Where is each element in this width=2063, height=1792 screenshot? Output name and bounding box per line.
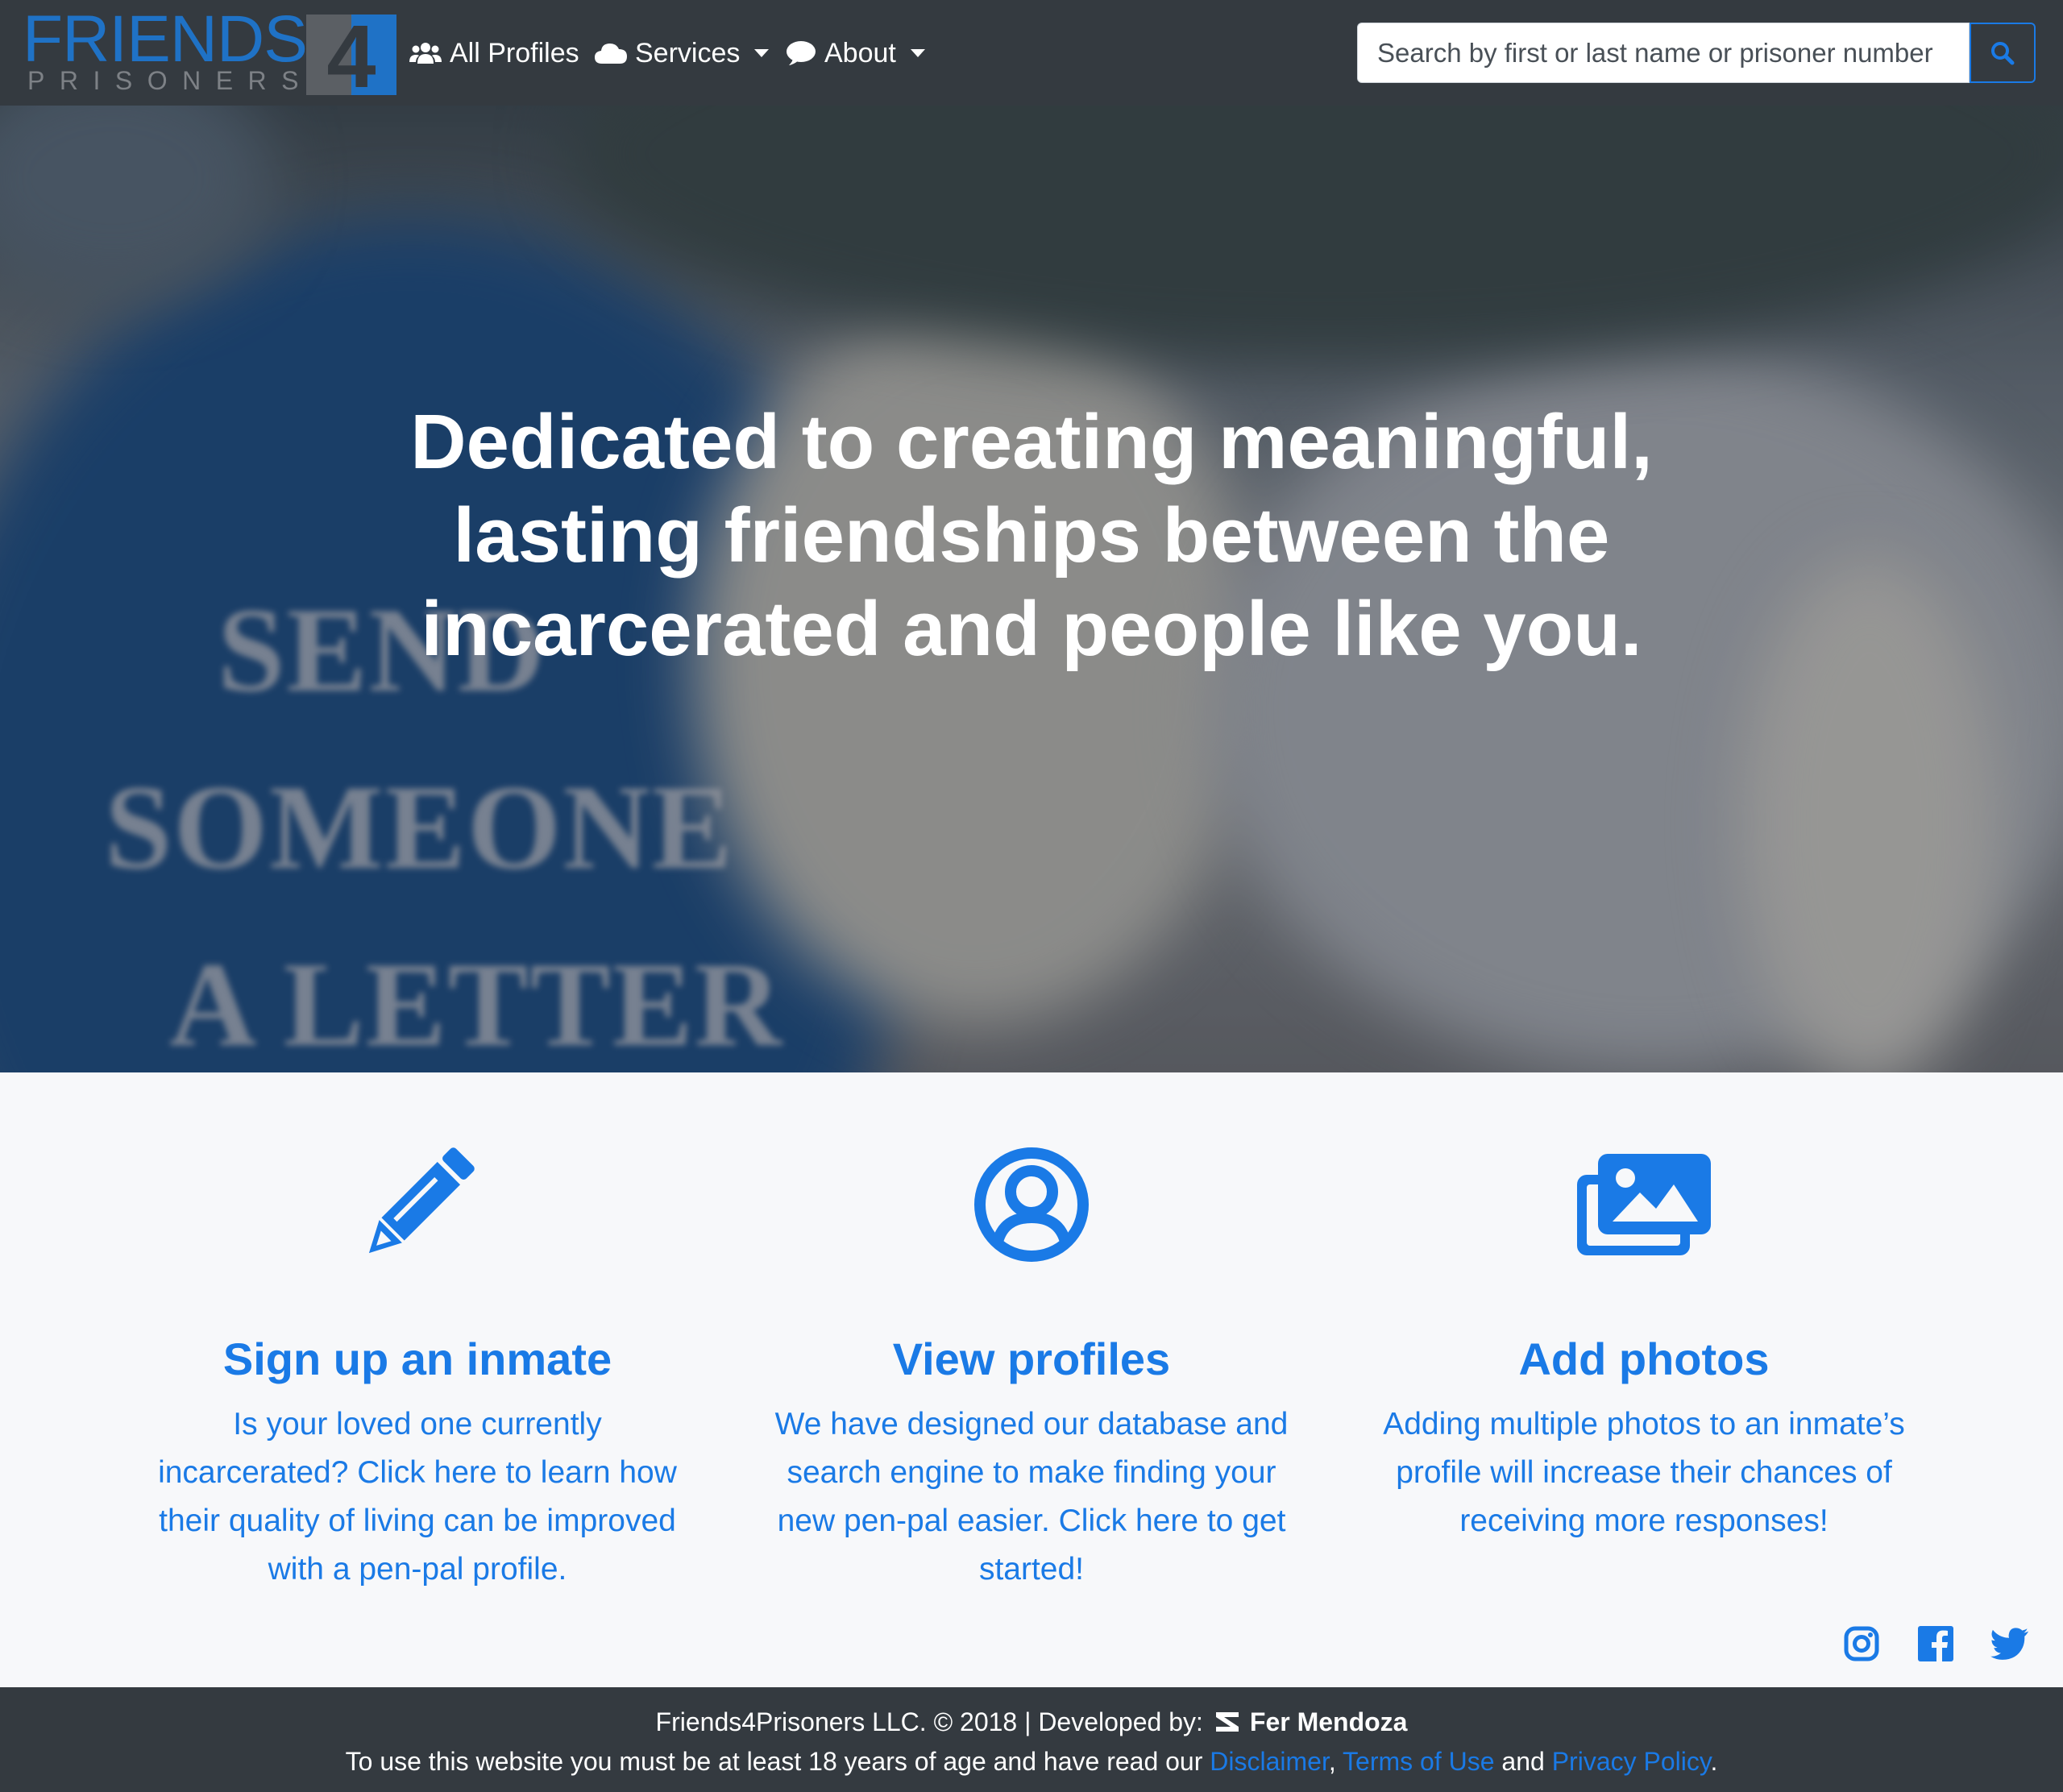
cloud-icon [595,42,627,64]
top-navbar: FRIENDS PRISONERS 4 All Profiles Service… [0,0,2063,106]
disclaimer-link[interactable]: Disclaimer [1210,1747,1329,1776]
feature-description: We have designed our database and search… [774,1407,1289,1587]
users-icon [409,41,442,65]
logo-subword: PRISONERS [27,66,313,95]
chevron-down-icon [754,49,770,57]
feature-title: View profiles [892,1334,1171,1384]
instagram-icon [1844,1626,1879,1661]
user-circle-icon [974,1147,1089,1262]
site-logo[interactable]: FRIENDS PRISONERS 4 [23,6,397,95]
instagram-link[interactable] [1842,1624,1881,1663]
site-footer: Friends4Prisoners LLC. © 2018 | Develope… [0,1687,2063,1792]
nav-about-dropdown[interactable]: About [786,31,925,76]
facebook-link[interactable] [1916,1624,1955,1663]
hero-title: Dedicated to creating meaningful, lastin… [410,399,1653,672]
nav-label: About [824,37,896,68]
pencil-icon [368,1147,475,1254]
comment-icon [786,40,816,66]
nav-label: Services [635,37,741,68]
feature-title: Sign up an inmate [222,1334,612,1384]
period-text: . [1710,1747,1718,1776]
nav-services-dropdown[interactable]: Services [595,31,770,76]
developer-logo-icon [1214,1711,1240,1733]
images-icon [1577,1154,1711,1255]
search-button[interactable] [1970,23,2036,83]
logo-four-mark: 4 [306,15,396,95]
chevron-down-icon [910,49,925,57]
twitter-icon [1990,1628,2029,1660]
logo-word: FRIENDS [23,2,308,76]
feature-description: Is your loved one currently incarcerated… [158,1407,677,1587]
nav-all-profiles[interactable]: All Profiles [409,31,579,76]
developer-link[interactable]: Fer Mendoza [1250,1707,1408,1737]
search-icon [1991,41,2015,64]
twitter-link[interactable] [1990,1624,2029,1663]
separator-comma: , [1328,1747,1336,1776]
terms-of-use-link[interactable]: Terms of Use [1343,1747,1494,1776]
logo-digit: 4 [326,15,376,95]
nav-label: All Profiles [450,37,579,68]
copyright-text: Friends4Prisoners LLC. © 2018 | Develope… [655,1707,1203,1736]
facebook-icon [1918,1626,1953,1661]
feature-title: Add photos [1518,1334,1770,1384]
age-notice-text: To use this website you must be at least… [345,1747,1203,1776]
conjunction-text: and [1501,1747,1545,1776]
feature-description: Adding multiple photos to an inmate’s pr… [1383,1407,1905,1538]
search-input[interactable] [1357,23,1970,83]
hero-banner: SEND SOMEONE A LETTER Dedicated to creat… [0,106,2063,1072]
privacy-policy-link[interactable]: Privacy Policy [1552,1747,1711,1776]
